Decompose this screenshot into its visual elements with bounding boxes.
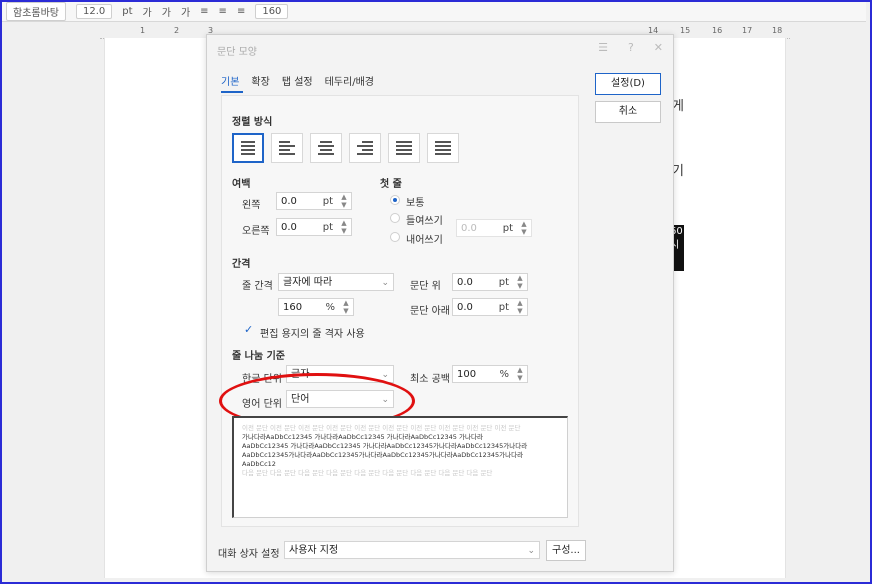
preview-line: 가나다라AaDbCc12345 가나다라AaDbCc12345 가나다라AaDb… [242, 433, 483, 441]
space-below-label: 문단 아래 [410, 306, 450, 317]
right-margin-value: 0.0 [281, 222, 297, 233]
space-above-label: 문단 위 [410, 281, 441, 292]
dialog-setting-value: 사용자 지정 [289, 545, 339, 556]
unit-label: pt [122, 6, 133, 17]
spacing-heading: 간격 [232, 259, 251, 270]
first-line-normal-label: 보통 [406, 198, 425, 209]
line-break-heading: 줄 나눔 기준 [232, 351, 285, 362]
ruler-tick: 18 [772, 26, 783, 35]
line-spacing-value: 160 [283, 302, 303, 313]
space-below-value: 0.0 [457, 302, 473, 313]
unit-label: pt [498, 302, 509, 313]
unit-label: % [325, 302, 335, 313]
first-line-indent-radio[interactable] [390, 213, 400, 223]
dialog-setting-select[interactable]: 사용자 지정 ⌄ [284, 541, 540, 559]
unit-label: pt [322, 196, 333, 207]
spinner-icon[interactable]: ▲ ▼ [339, 219, 349, 235]
first-line-outdent-radio[interactable] [390, 232, 400, 242]
spinner-icon[interactable]: ▲ ▼ [515, 299, 525, 315]
left-margin-value: 0.0 [281, 196, 297, 207]
spinner-icon[interactable]: ▲ ▼ [515, 366, 525, 382]
spinner-icon[interactable]: ▲ ▼ [519, 220, 529, 236]
tab-tab-settings[interactable]: 탭 설정 [282, 73, 313, 91]
preview-line: AaDbCc12345 가나다라AaDbCc12345 가나다라AaDbCc12… [242, 442, 528, 450]
preview-line: AaDbCc12 [242, 460, 276, 468]
left-margin-label: 왼쪽 [242, 200, 261, 211]
first-line-heading: 첫 줄 [380, 179, 402, 190]
first-line-normal-radio[interactable] [390, 195, 400, 205]
dialog-setting-label: 대화 상자 설정 [218, 549, 280, 560]
line-spacing-label: 줄 간격 [242, 281, 273, 292]
underline-icon[interactable]: 가 [181, 4, 190, 19]
left-margin-input[interactable]: 0.0 pt ▲ ▼ [276, 192, 352, 210]
min-space-input[interactable]: 100 % ▲ ▼ [452, 365, 528, 383]
right-margin-input[interactable]: 0.0 pt ▲ ▼ [276, 218, 352, 236]
right-margin-label: 오른쪽 [242, 226, 270, 237]
font-select[interactable]: 함초롬바탕 [6, 2, 66, 21]
align-divide-button[interactable] [427, 133, 459, 163]
spinner-icon[interactable]: ▲ ▼ [515, 274, 525, 290]
ruler-tick: 15 [680, 26, 691, 35]
first-line-value-input[interactable]: 0.0 pt ▲ ▼ [456, 219, 532, 237]
align-left-button[interactable] [271, 133, 303, 163]
chevron-down-icon: ⌄ [527, 546, 535, 556]
font-size-select[interactable]: 12.0 [76, 4, 113, 19]
help-icon[interactable]: ? [628, 41, 634, 54]
ruler-tick: 1 [140, 26, 146, 35]
align-distribute-button[interactable] [388, 133, 420, 163]
grid-check-label: 편집 용지의 줄 격자 사용 [260, 329, 365, 340]
dialog-title: 문단 모양 [217, 47, 257, 58]
cancel-button[interactable]: 취소 [595, 101, 661, 123]
line-spacing-value-input[interactable]: 160 % ▲ ▼ [278, 298, 354, 316]
tab-border-background[interactable]: 테두리/배경 [325, 73, 374, 91]
ruler-tick: 16 [712, 26, 723, 35]
paragraph-preview: 이전 문단 이전 문단 이전 문단 이전 문단 이전 문단 이전 문단 이전 문… [232, 416, 568, 518]
preview-next-paragraph: 다음 문단 다음 문단 다음 문단 다음 문단 다음 문단 다음 문단 다음 문… [242, 469, 493, 477]
checkmark-icon[interactable]: ✓ [244, 323, 253, 336]
space-above-input[interactable]: 0.0 pt ▲ ▼ [452, 273, 528, 291]
margin-heading: 여백 [232, 179, 251, 190]
tab-extended[interactable]: 확장 [251, 73, 269, 91]
toolbar: 함초롬바탕 12.0 pt 가 가 가 ≡ ≡ ≡ 160 [2, 2, 866, 22]
chevron-down-icon: ⌄ [381, 278, 389, 288]
unit-label: pt [502, 223, 513, 234]
first-line-outdent-label: 내어쓰기 [406, 235, 443, 246]
active-tab-indicator [221, 91, 243, 93]
preview-line: AaDbCc12345가나다라AaDbCc12345가나다라AaDbCc1234… [242, 451, 524, 459]
ok-button[interactable]: 설정(D) [595, 73, 661, 95]
align-justify-icon[interactable]: ≡ [200, 6, 208, 17]
close-icon[interactable]: ✕ [654, 41, 663, 54]
spinner-icon[interactable]: ▲ ▼ [341, 299, 351, 315]
align-heading: 정렬 방식 [232, 117, 273, 128]
unit-label: % [499, 369, 509, 380]
line-spacing-type-value: 글자에 따라 [283, 277, 333, 288]
space-below-input[interactable]: 0.0 pt ▲ ▼ [452, 298, 528, 316]
first-line-indent-label: 들여쓰기 [406, 216, 443, 227]
min-space-value: 100 [457, 369, 477, 380]
align-right-button[interactable] [349, 133, 381, 163]
align-center-button[interactable] [310, 133, 342, 163]
unit-label: pt [498, 277, 509, 288]
spinner-icon[interactable]: ▲ ▼ [339, 193, 349, 209]
align-center-icon[interactable]: ≡ [237, 6, 245, 17]
preview-prev-paragraph: 이전 문단 이전 문단 이전 문단 이전 문단 이전 문단 이전 문단 이전 문… [242, 424, 521, 432]
line-spacing-type-select[interactable]: 글자에 따라 ⌄ [278, 273, 394, 291]
align-justify-button[interactable] [232, 133, 264, 163]
tab-basic[interactable]: 기본 [221, 73, 239, 91]
unit-label: pt [322, 222, 333, 233]
bold-icon[interactable]: 가 [143, 4, 152, 19]
menu-icon[interactable]: ☰ [598, 41, 608, 54]
ruler-tick: 2 [174, 26, 180, 35]
min-space-label: 최소 공백 [410, 374, 450, 385]
first-line-value: 0.0 [461, 223, 477, 234]
config-button[interactable]: 구성... [546, 540, 586, 561]
tab-bar: 기본 확장 탭 설정 테두리/배경 [221, 73, 374, 91]
space-above-value: 0.0 [457, 277, 473, 288]
zoom-select[interactable]: 160 [255, 4, 289, 19]
ruler-tick: 17 [742, 26, 753, 35]
align-left-icon[interactable]: ≡ [219, 6, 227, 17]
italic-icon[interactable]: 가 [162, 4, 171, 19]
